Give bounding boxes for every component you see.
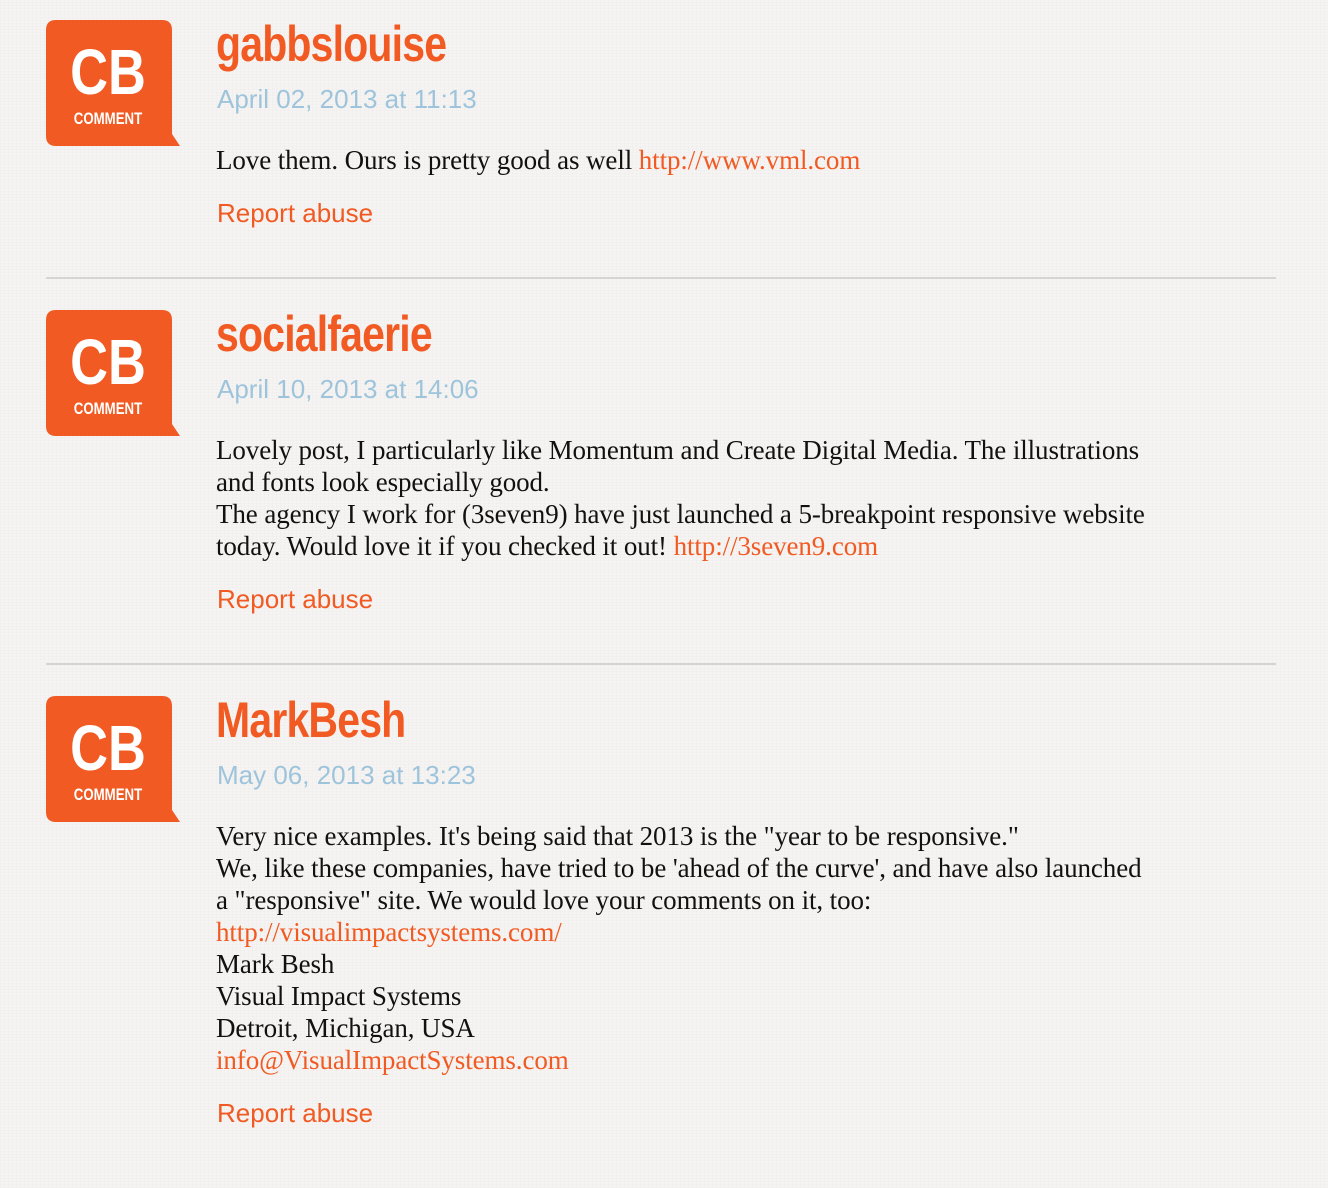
svg-text:COMMENT: COMMENT (74, 110, 143, 129)
comment-line: Very nice examples. It's being said that… (216, 821, 1019, 851)
cb-comment-icon: CB COMMENT (46, 20, 182, 156)
comment-link[interactable]: http://visualimpactsystems.com/ (216, 917, 562, 947)
comment-body: Love them. Ours is pretty good as well h… (216, 144, 1291, 176)
svg-text:CB: CB (70, 713, 146, 784)
cb-comment-icon: CB COMMENT (46, 310, 182, 446)
comment-date: April 10, 2013 at 14:06 (217, 374, 479, 404)
comment-date: May 06, 2013 at 13:23 (217, 760, 476, 790)
comment-link[interactable]: http://www.vml.com (639, 145, 861, 175)
comment-author[interactable]: MarkBesh (216, 695, 406, 745)
comment-body: Lovely post, I particularly like Momentu… (216, 434, 1291, 562)
comment-line: and fonts look especially good. (216, 467, 550, 497)
comment-line: The agency I work for (3seven9) have jus… (216, 499, 1145, 529)
comment-line: We, like these companies, have tried to … (216, 853, 1142, 883)
report-abuse-link[interactable]: Report abuse (217, 1100, 373, 1126)
comment-date: April 02, 2013 at 11:13 (217, 84, 477, 114)
svg-text:COMMENT: COMMENT (74, 786, 143, 805)
report-abuse-link[interactable]: Report abuse (217, 586, 373, 612)
comment-line: Detroit, Michigan, USA (216, 1013, 475, 1043)
comment-link[interactable]: http://3seven9.com (674, 531, 879, 561)
comment-line: Lovely post, I particularly like Momentu… (216, 435, 1140, 465)
comment-text: today. Would love it if you checked it o… (216, 531, 674, 561)
comment-line: a "responsive" site. We would love your … (216, 885, 872, 915)
comment-divider (46, 277, 1276, 279)
comment-divider (46, 663, 1276, 665)
comment-author[interactable]: socialfaerie (216, 309, 433, 359)
comment-text: Love them. Ours is pretty good as well (216, 145, 639, 175)
svg-text:CB: CB (70, 327, 146, 398)
report-abuse-link[interactable]: Report abuse (217, 200, 373, 226)
comment-body: Very nice examples. It's being said that… (216, 820, 1291, 1076)
cb-comment-icon: CB COMMENT (46, 696, 182, 832)
svg-text:COMMENT: COMMENT (74, 400, 143, 419)
comment-author[interactable]: gabbslouise (216, 19, 447, 69)
comment-line: Visual Impact Systems (216, 981, 462, 1011)
comment-email-link[interactable]: info@VisualImpactSystems.com (216, 1045, 569, 1075)
svg-text:CB: CB (70, 37, 146, 108)
comment-line: Mark Besh (216, 949, 335, 979)
